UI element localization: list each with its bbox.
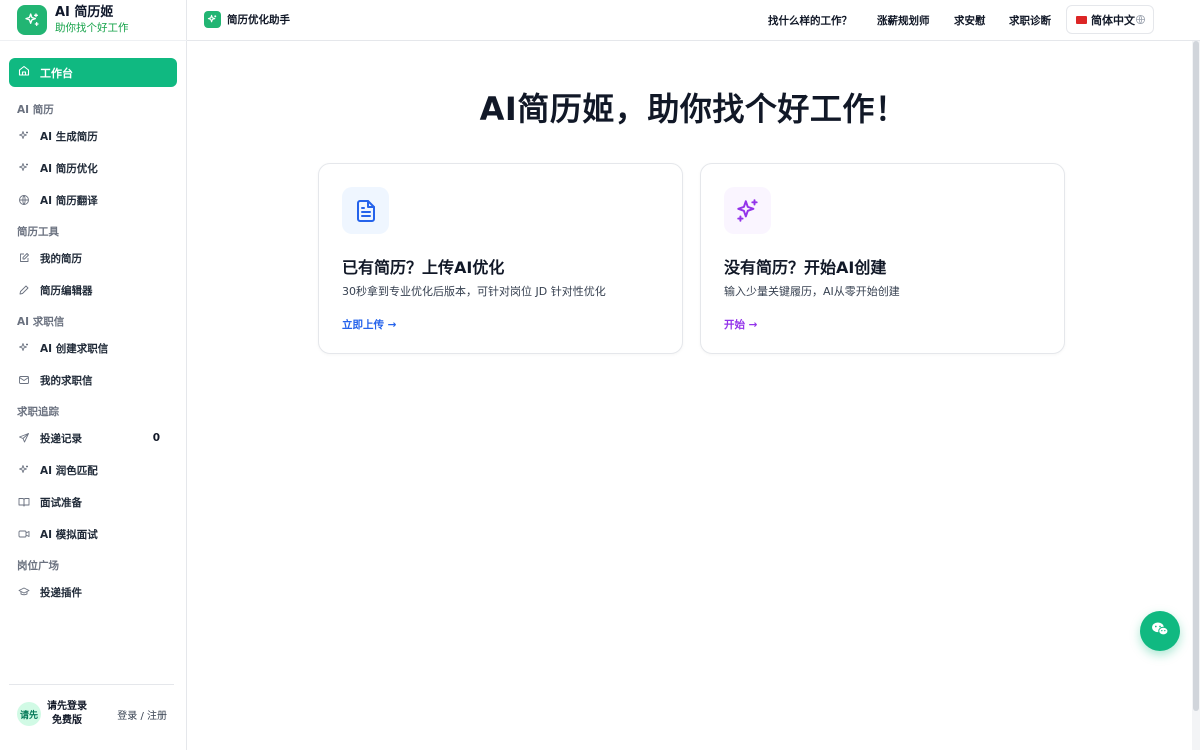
top-header: 简历优化助手 找什么样的工作？ 涨薪规划师 求安慰 求职诊断 简体中文: [187, 0, 1200, 41]
sidebar-item-label: AI 简历翻译: [40, 194, 98, 207]
sidebar-divider: [9, 684, 174, 685]
language-selector[interactable]: 简体中文: [1066, 5, 1154, 34]
flag-icon: [1076, 15, 1087, 24]
sidebar-item-label: AI 模拟面试: [40, 528, 98, 541]
sidebar-divider: [0, 40, 187, 41]
header-brand[interactable]: 简历优化助手: [204, 11, 290, 28]
sidebar-item-label: AI 生成简历: [40, 130, 98, 143]
app-root: AI 简历姬 助你找个好工作 工作台 AI 简历 AI 生成简历 AI 简历优化: [0, 0, 1200, 750]
user-plan-badge: 免费版: [52, 715, 82, 726]
sidebar-item-ai-mock-interview[interactable]: AI 模拟面试: [9, 518, 177, 550]
user-panel: 请先 请先登录 免费版 登录 / 注册: [17, 700, 167, 728]
sidebar-group-ai-resume: AI 简历: [17, 104, 54, 116]
card-title: 已有简历？上传AI优化: [342, 258, 505, 277]
edit-icon: [18, 252, 30, 264]
sidebar-item-resume-editor[interactable]: 简历编辑器: [9, 274, 177, 306]
brand-subtitle: 助你找个好工作: [55, 22, 129, 34]
start-link[interactable]: 开始 →: [724, 317, 757, 332]
sparkle-logo-icon: [204, 11, 221, 28]
nav-link-job-finder[interactable]: 找什么样的工作？: [768, 13, 852, 28]
create-resume-card[interactable]: 没有简历？开始AI创建 输入少量关键履历，AI从零开始创建 开始 →: [700, 163, 1065, 354]
pencil-icon: [18, 284, 30, 296]
sidebar-item-ai-optimize-resume[interactable]: AI 简历优化: [9, 152, 177, 184]
globe-icon: [1135, 14, 1146, 28]
sidebar: AI 简历姬 助你找个好工作 工作台 AI 简历 AI 生成简历 AI 简历优化: [0, 0, 187, 750]
globe-icon: [18, 194, 30, 206]
sidebar-item-label: 工作台: [40, 66, 73, 80]
brand-logo-icon: [17, 5, 47, 35]
card-description: 30秒拿到专业优化后版本，可针对岗位 JD 针对性优化: [342, 285, 606, 298]
send-icon: [18, 432, 30, 444]
sparkles-icon: [724, 187, 771, 234]
sidebar-group-job-square: 岗位广场: [17, 560, 59, 572]
sidebar-item-ai-translate-resume[interactable]: AI 简历翻译: [9, 184, 177, 216]
wechat-support-button[interactable]: [1140, 611, 1180, 651]
sparkle-icon: [18, 464, 30, 476]
sidebar-group-job-tracking: 求职追踪: [17, 406, 59, 418]
sidebar-item-application-records[interactable]: 投递记录 0: [9, 422, 177, 454]
login-register-link[interactable]: 登录 / 注册: [117, 707, 167, 722]
nav-link-comfort[interactable]: 求安慰: [954, 13, 986, 28]
sparkle-icon: [18, 342, 30, 354]
sidebar-item-label: 投递插件: [40, 586, 82, 599]
nav-link-salary-planner[interactable]: 涨薪规划师: [877, 13, 930, 28]
book-icon: [18, 496, 30, 508]
user-name: 请先登录: [47, 701, 87, 712]
sidebar-item-ai-polish-match[interactable]: AI 润色匹配: [9, 454, 177, 486]
page-scrollbar[interactable]: [1192, 41, 1200, 750]
video-icon: [18, 528, 30, 540]
avatar: 请先: [17, 702, 41, 726]
nav-link-job-diagnosis[interactable]: 求职诊断: [1009, 13, 1051, 28]
sidebar-item-label: AI 创建求职信: [40, 342, 109, 355]
sparkle-icon: [18, 162, 30, 174]
sidebar-item-label: 简历编辑器: [40, 284, 93, 297]
sidebar-item-label: AI 简历优化: [40, 162, 98, 175]
page-title: AI简历姬，助你找个好工作！: [479, 90, 908, 128]
home-icon: [18, 65, 30, 80]
language-label: 简体中文: [1091, 13, 1135, 27]
upload-now-link[interactable]: 立即上传 →: [342, 317, 396, 332]
sidebar-item-apply-plugin[interactable]: 投递插件: [9, 576, 177, 608]
sidebar-group-ai-cover-letter: AI 求职信: [17, 316, 65, 328]
wechat-icon: [1150, 619, 1170, 643]
brand-title: AI 简历姬: [55, 5, 114, 20]
card-description: 输入少量关键履历，AI从零开始创建: [724, 285, 900, 298]
sidebar-item-label: AI 润色匹配: [40, 464, 98, 477]
graduation-cap-icon: [18, 586, 30, 598]
document-icon: [342, 187, 389, 234]
sidebar-item-interview-prep[interactable]: 面试准备: [9, 486, 177, 518]
scrollbar-thumb[interactable]: [1193, 41, 1199, 711]
sidebar-item-my-cover-letter[interactable]: 我的求职信: [9, 364, 177, 396]
mail-icon: [18, 374, 30, 386]
sidebar-item-ai-generate-resume[interactable]: AI 生成简历: [9, 120, 177, 152]
header-title: 简历优化助手: [227, 14, 290, 26]
sidebar-item-workbench[interactable]: 工作台: [9, 58, 177, 87]
sidebar-item-ai-create-cover-letter[interactable]: AI 创建求职信: [9, 332, 177, 364]
brand[interactable]: AI 简历姬 助你找个好工作: [17, 5, 129, 35]
sidebar-group-resume-tools: 简历工具: [17, 226, 59, 238]
sidebar-item-label: 我的求职信: [40, 374, 93, 387]
sidebar-item-my-resume[interactable]: 我的简历: [9, 242, 177, 274]
application-count-badge: 0: [152, 432, 160, 444]
sidebar-item-label: 投递记录: [40, 432, 82, 445]
upload-resume-card[interactable]: 已有简历？上传AI优化 30秒拿到专业优化后版本，可针对岗位 JD 针对性优化 …: [318, 163, 683, 354]
sidebar-item-label: 我的简历: [40, 252, 82, 265]
card-title: 没有简历？开始AI创建: [724, 258, 887, 277]
sidebar-nav: 工作台 AI 简历 AI 生成简历 AI 简历优化 AI 简历翻译 简历工具 我…: [9, 58, 177, 608]
sparkle-icon: [18, 130, 30, 142]
sidebar-item-label: 面试准备: [40, 496, 82, 509]
